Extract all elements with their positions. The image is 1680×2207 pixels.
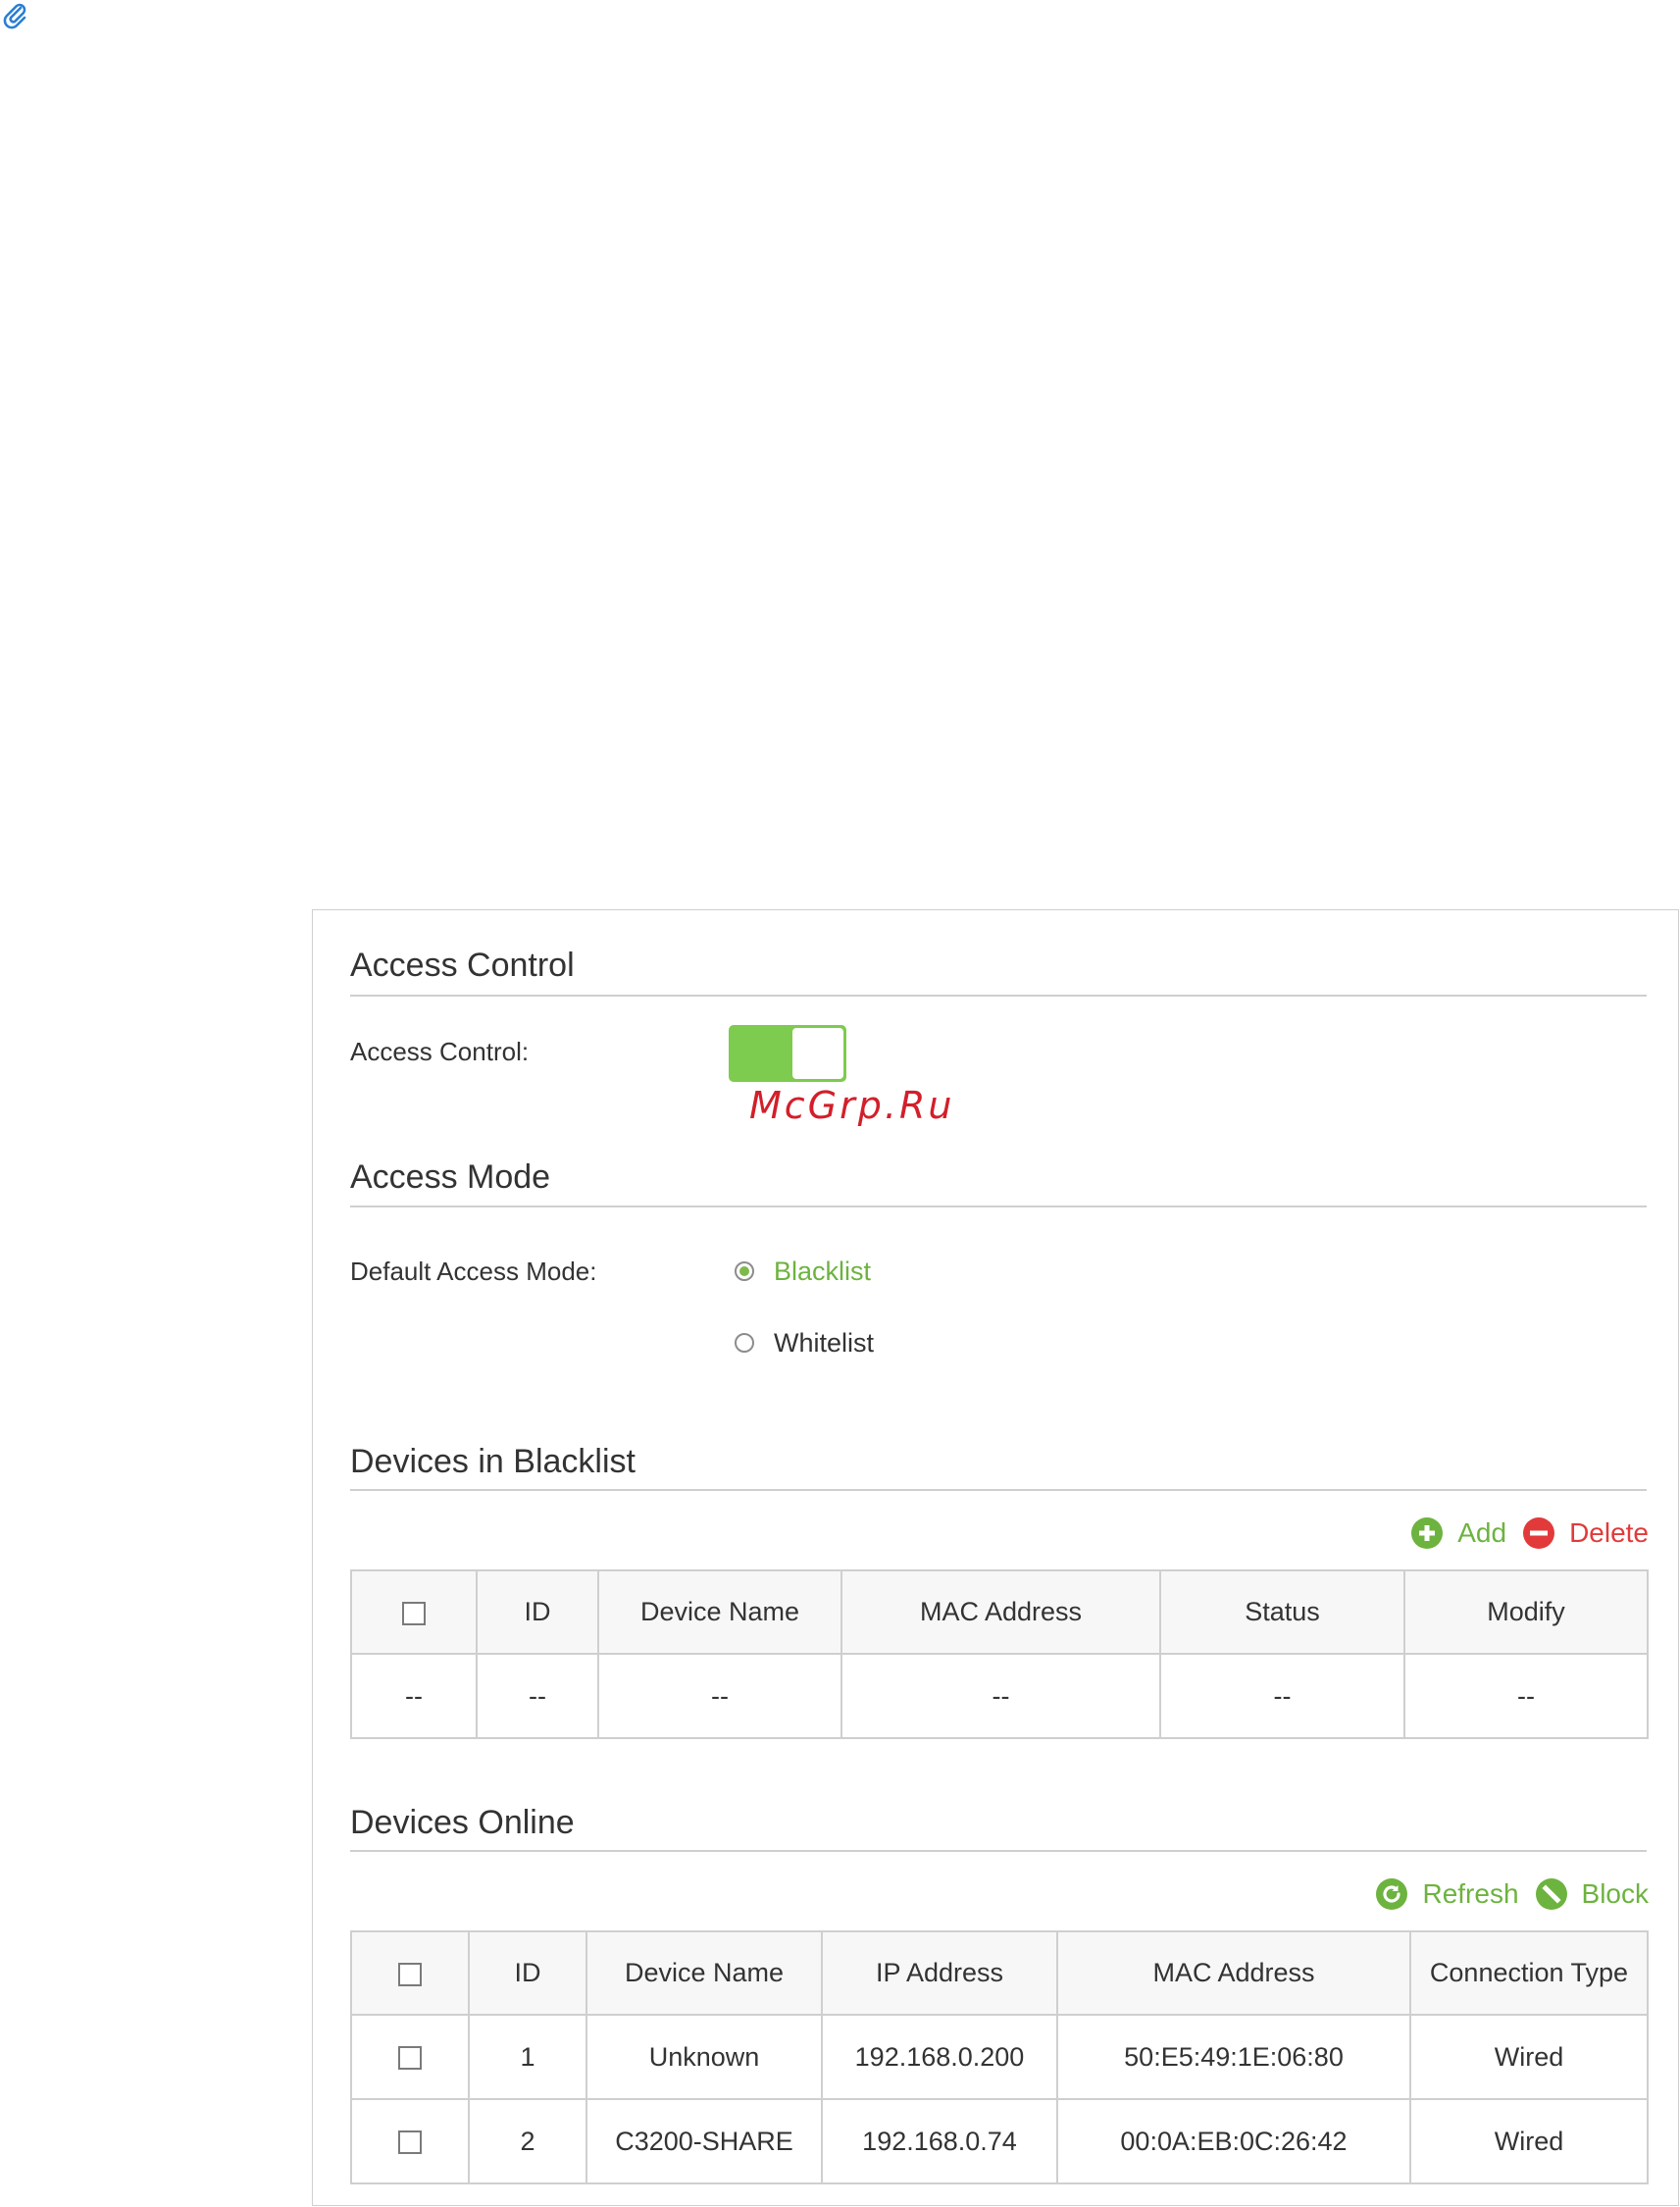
devices-online-table: ID Device Name IP Address MAC Address Co… bbox=[350, 1930, 1649, 2184]
table-cell: 2 bbox=[468, 2098, 587, 2184]
block-icon bbox=[1535, 1878, 1567, 1910]
blacklist-title: Devices in Blacklist bbox=[350, 1443, 636, 1480]
divider bbox=[350, 1850, 1647, 1852]
blacklist-table: ID Device Name MAC Address Status Modify… bbox=[350, 1569, 1649, 1739]
paperclip-icon bbox=[2, 2, 29, 29]
blacklist-actions: Add Delete bbox=[1410, 1516, 1649, 1550]
watermark: McGrp.Ru bbox=[749, 1084, 955, 1127]
column-header: ID bbox=[468, 1930, 587, 2016]
online-actions: Refresh Block bbox=[1375, 1877, 1649, 1911]
column-header: ID bbox=[476, 1569, 599, 1655]
access-control-title: Access Control bbox=[350, 947, 575, 984]
table-cell: Wired bbox=[1409, 2098, 1649, 2184]
table-cell: -- bbox=[476, 1653, 599, 1739]
select-all-checkbox[interactable] bbox=[398, 1962, 422, 1986]
access-control-toggle[interactable] bbox=[729, 1025, 846, 1082]
table-cell: -- bbox=[840, 1653, 1161, 1739]
divider bbox=[350, 995, 1647, 997]
column-header: Modify bbox=[1403, 1569, 1649, 1655]
select-all-cell bbox=[350, 1569, 478, 1655]
default-access-mode-label: Default Access Mode: bbox=[350, 1257, 597, 1286]
row-select-cell bbox=[350, 2098, 470, 2184]
table-row: -- -- -- -- -- -- bbox=[350, 1653, 1649, 1739]
select-all-cell bbox=[350, 1930, 470, 2016]
column-header: Connection Type bbox=[1409, 1930, 1649, 2016]
access-mode-title: Access Mode bbox=[350, 1158, 551, 1196]
table-row: 2 C3200-SHARE 192.168.0.74 00:0A:EB:0C:2… bbox=[350, 2098, 1649, 2184]
table-row: 1 Unknown 192.168.0.200 50:E5:49:1E:06:8… bbox=[350, 2014, 1649, 2100]
radio-label-blacklist[interactable]: Blacklist bbox=[774, 1256, 871, 1287]
radio-blacklist[interactable]: Blacklist bbox=[735, 1256, 871, 1287]
divider bbox=[350, 1206, 1647, 1207]
devices-online-title: Devices Online bbox=[350, 1804, 575, 1841]
column-header: MAC Address bbox=[1056, 1930, 1411, 2016]
table-cell: 00:0A:EB:0C:26:42 bbox=[1056, 2098, 1411, 2184]
column-header: Status bbox=[1159, 1569, 1405, 1655]
table-cell: -- bbox=[1159, 1653, 1405, 1739]
row-checkbox[interactable] bbox=[398, 2046, 422, 2071]
divider bbox=[350, 1489, 1647, 1491]
toggle-knob bbox=[792, 1028, 843, 1079]
table-cell: -- bbox=[597, 1653, 842, 1739]
row-checkbox[interactable] bbox=[398, 2130, 422, 2155]
minus-circle-icon bbox=[1523, 1517, 1555, 1549]
table-cell: -- bbox=[350, 1653, 478, 1739]
refresh-button[interactable]: Refresh bbox=[1375, 1877, 1519, 1911]
table-cell: 192.168.0.200 bbox=[821, 2014, 1058, 2100]
table-cell: Wired bbox=[1409, 2014, 1649, 2100]
table-cell: -- bbox=[1403, 1653, 1649, 1739]
table-cell: C3200-SHARE bbox=[585, 2098, 823, 2184]
table-cell: 192.168.0.74 bbox=[821, 2098, 1058, 2184]
select-all-checkbox[interactable] bbox=[402, 1601, 426, 1625]
table-header-row: ID Device Name IP Address MAC Address Co… bbox=[350, 1930, 1649, 2016]
refresh-label: Refresh bbox=[1422, 1878, 1519, 1909]
table-cell: Unknown bbox=[585, 2014, 823, 2100]
column-header: IP Address bbox=[821, 1930, 1058, 2016]
table-cell: 1 bbox=[468, 2014, 587, 2100]
table-header-row: ID Device Name MAC Address Status Modify bbox=[350, 1569, 1649, 1655]
radio-button-checked-icon[interactable] bbox=[735, 1261, 754, 1281]
delete-button[interactable]: Delete bbox=[1522, 1516, 1649, 1550]
radio-button-icon[interactable] bbox=[735, 1333, 754, 1353]
plus-circle-icon bbox=[1411, 1517, 1444, 1549]
table-cell: 50:E5:49:1E:06:80 bbox=[1056, 2014, 1411, 2100]
column-header: Device Name bbox=[597, 1569, 842, 1655]
column-header: Device Name bbox=[585, 1930, 823, 2016]
access-control-panel: Access Control Access Control: McGrp.Ru … bbox=[312, 909, 1679, 2206]
add-button[interactable]: Add bbox=[1410, 1516, 1506, 1550]
column-header: MAC Address bbox=[840, 1569, 1161, 1655]
access-control-label: Access Control: bbox=[350, 1037, 530, 1066]
add-label: Add bbox=[1457, 1517, 1507, 1548]
radio-whitelist[interactable]: Whitelist bbox=[735, 1327, 874, 1359]
block-label: Block bbox=[1581, 1878, 1649, 1909]
block-button[interactable]: Block bbox=[1535, 1877, 1649, 1911]
delete-label: Delete bbox=[1569, 1517, 1649, 1548]
refresh-icon bbox=[1376, 1878, 1408, 1910]
radio-label-whitelist[interactable]: Whitelist bbox=[774, 1327, 874, 1359]
row-select-cell bbox=[350, 2014, 470, 2100]
